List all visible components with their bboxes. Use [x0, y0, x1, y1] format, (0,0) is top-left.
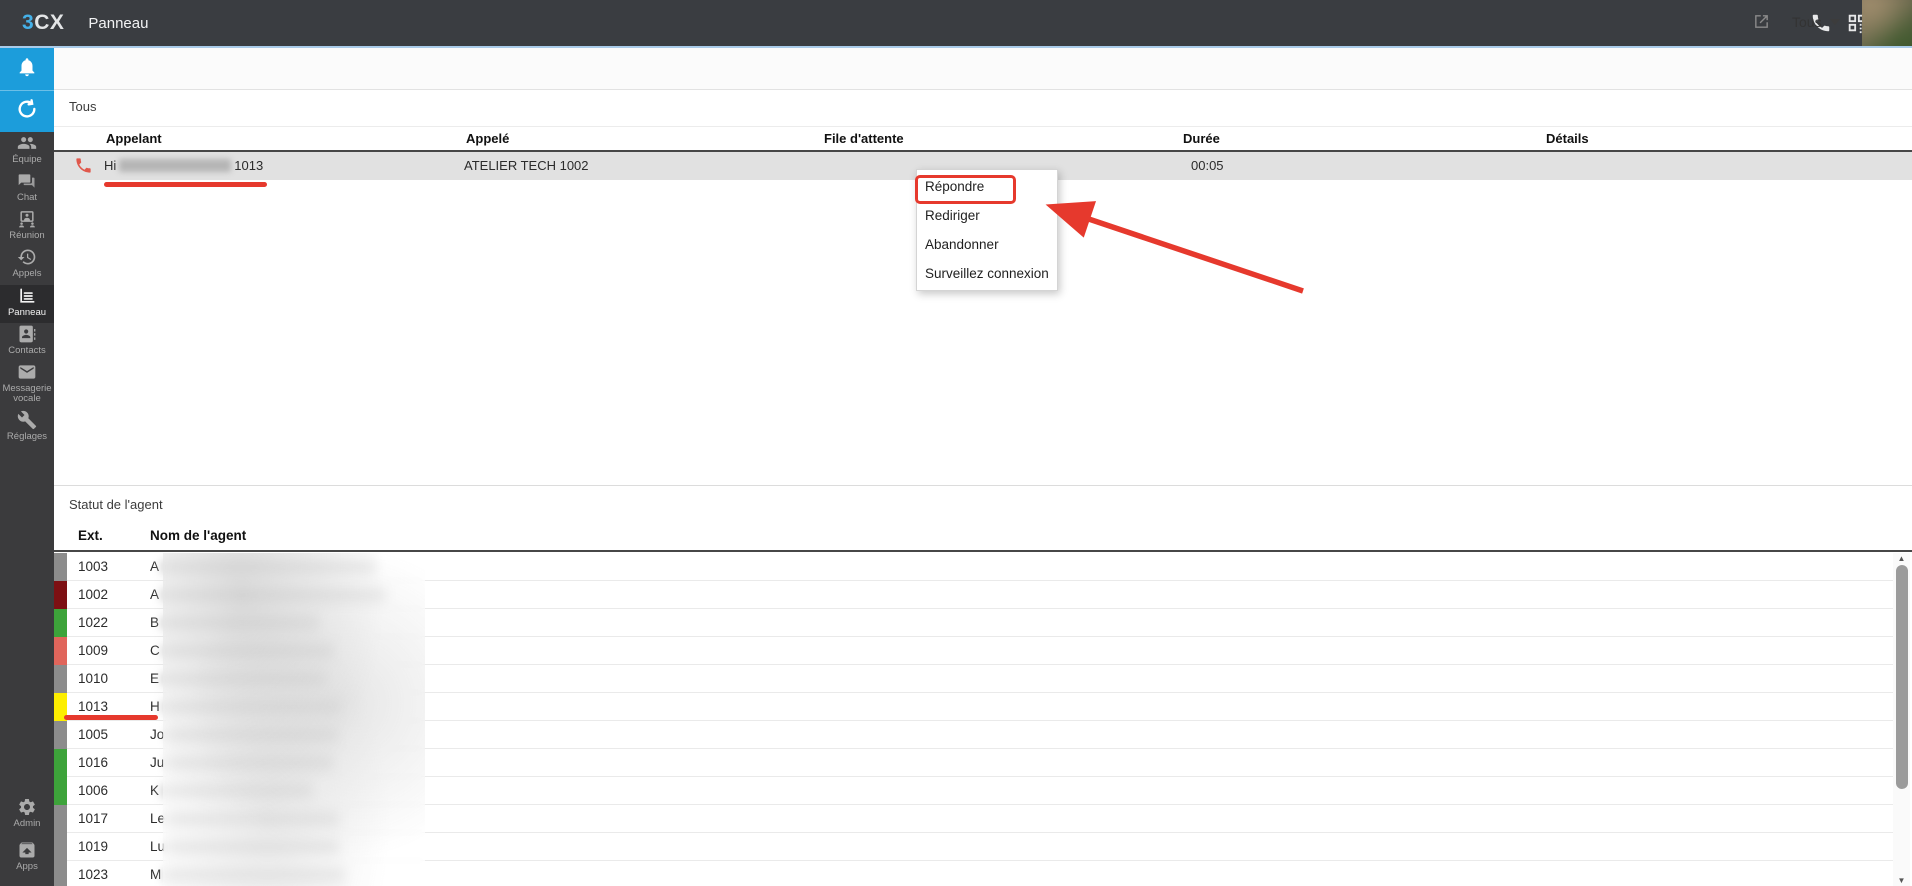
- wrench-icon: [17, 410, 37, 430]
- sidebar-item-equipe[interactable]: Équipe: [0, 133, 54, 165]
- agent-ext: 1005: [78, 727, 109, 742]
- chat-icon: [17, 171, 37, 191]
- queue-filter-value: Tous: [1792, 14, 1822, 30]
- agents-section-title: Statut de l'agent: [69, 497, 163, 512]
- sidebar-item-reunion[interactable]: Réunion: [0, 209, 54, 241]
- agent-status-bar: [54, 833, 67, 861]
- meeting-icon: [17, 209, 37, 229]
- agent-name-prefix: A: [150, 559, 160, 574]
- agent-ext: 1023: [78, 867, 109, 882]
- sidebar-item-reglages[interactable]: Réglages: [0, 410, 54, 442]
- agent-name-prefix: H: [150, 699, 160, 714]
- agent-ext: 1019: [78, 839, 109, 854]
- column-header-appelant: Appelant: [106, 131, 162, 146]
- agent-ext: 1003: [78, 559, 109, 574]
- chevron-down-icon: [1829, 19, 1840, 25]
- redaction-blur: [119, 159, 232, 172]
- calls-section-title: Tous: [69, 99, 97, 114]
- top-bar: 3CX Panneau: [0, 0, 1912, 46]
- people-icon: [17, 133, 37, 153]
- column-header-file-attente: File d'attente: [824, 131, 904, 146]
- agent-name-prefix: K: [150, 783, 160, 798]
- column-header-appele: Appelé: [466, 131, 510, 146]
- column-header-ext: Ext.: [78, 528, 103, 543]
- agents-table-header: Ext. Nom de l'agent: [54, 523, 1912, 552]
- agent-status-bar: [54, 721, 67, 749]
- annotation-underline-agent-1013: [64, 715, 158, 720]
- agent-status-bar: [54, 805, 67, 833]
- sidebar-item-panneau[interactable]: Panneau: [0, 285, 54, 323]
- agent-name-prefix: M: [150, 867, 162, 882]
- context-menu-item[interactable]: Abandonner: [917, 230, 1057, 259]
- agent-status-bar: [54, 637, 67, 665]
- open-in-new-window-icon[interactable]: [1753, 13, 1770, 30]
- page-title: Panneau: [88, 14, 149, 32]
- context-menu-item[interactable]: Surveillez connexion: [917, 259, 1057, 288]
- agent-ext: 1017: [78, 811, 109, 826]
- agents-scrollbar[interactable]: ▲ ▼: [1893, 553, 1910, 886]
- agent-ext: 1016: [78, 755, 109, 770]
- scrollbar-thumb[interactable]: [1895, 565, 1908, 789]
- bell-icon: [16, 56, 38, 83]
- sidebar: Équipe Chat Réunion Appels Panneau Conta…: [0, 48, 54, 886]
- queue-filter-dropdown[interactable]: Tous: [1792, 11, 1840, 33]
- ringing-phone-icon: [74, 156, 93, 175]
- gear-icon: [17, 797, 37, 817]
- section-divider: [54, 485, 1912, 486]
- sidebar-item-messagerie-vocale[interactable]: Messagerie vocale: [0, 362, 54, 404]
- notifications-bell-button[interactable]: [0, 48, 54, 90]
- app-window: 3CX Panneau Équipe Chat Réunion Appels P…: [0, 0, 1912, 886]
- column-header-details: Détails: [1546, 131, 1589, 146]
- sidebar-item-chat[interactable]: Chat: [0, 171, 54, 203]
- agent-status-bar: [54, 665, 67, 693]
- redaction-blur-overlay: [163, 553, 425, 886]
- contacts-icon: [17, 324, 37, 344]
- caller-extension: 1013: [234, 158, 264, 173]
- voicemail-envelope-icon: [17, 362, 37, 382]
- agent-ext: 1009: [78, 643, 109, 658]
- agent-ext: 1022: [78, 615, 109, 630]
- column-header-duree: Durée: [1183, 131, 1220, 146]
- agent-ext: 1006: [78, 783, 109, 798]
- agent-status-bar: [54, 581, 67, 609]
- context-menu-item[interactable]: Rediriger: [917, 201, 1057, 230]
- agent-status-bar: [54, 609, 67, 637]
- agent-status-bar: [54, 777, 67, 805]
- agent-status-bar: [54, 861, 67, 886]
- 3cx-sync-button[interactable]: [0, 90, 54, 132]
- user-avatar[interactable]: [1862, 0, 1912, 48]
- caller-cell: Hi 1013: [104, 158, 263, 173]
- wallboard-icon: [17, 286, 37, 306]
- caller-name-prefix: Hi: [104, 158, 117, 173]
- 3cx-circle-icon: [16, 98, 38, 125]
- agent-name-prefix: C: [150, 643, 160, 658]
- agent-name-prefix: B: [150, 615, 160, 630]
- callee-cell: ATELIER TECH 1002: [464, 158, 589, 173]
- duration-cell: 00:05: [1191, 158, 1224, 173]
- panel-toolbar: [54, 48, 1912, 90]
- column-header-nom-agent: Nom de l'agent: [150, 528, 247, 543]
- annotation-highlight-box: [915, 175, 1016, 204]
- calls-table-header: Appelant Appelé File d'attente Durée Dét…: [54, 126, 1912, 152]
- agent-ext: 1010: [78, 671, 109, 686]
- agent-name-prefix: E: [150, 671, 160, 686]
- avatar-blur: [1862, 0, 1912, 48]
- call-history-icon: [17, 247, 37, 267]
- agent-name-prefix: A: [150, 587, 160, 602]
- agent-status-bar: [54, 749, 67, 777]
- sidebar-item-contacts[interactable]: Contacts: [0, 324, 54, 356]
- agent-status-bar: [54, 553, 67, 581]
- agent-ext: 1013: [78, 699, 109, 714]
- annotation-underline-caller: [104, 182, 267, 187]
- sidebar-item-admin[interactable]: Admin: [0, 797, 54, 829]
- 3cx-logo: 3CX: [22, 11, 65, 34]
- scroll-down-arrow[interactable]: ▼: [1893, 876, 1910, 885]
- sidebar-item-appels[interactable]: Appels: [0, 247, 54, 279]
- sidebar-item-apps[interactable]: Apps: [0, 840, 54, 872]
- scroll-up-arrow[interactable]: ▲: [1893, 554, 1910, 563]
- agent-ext: 1002: [78, 587, 109, 602]
- apps-box-icon: [17, 840, 37, 860]
